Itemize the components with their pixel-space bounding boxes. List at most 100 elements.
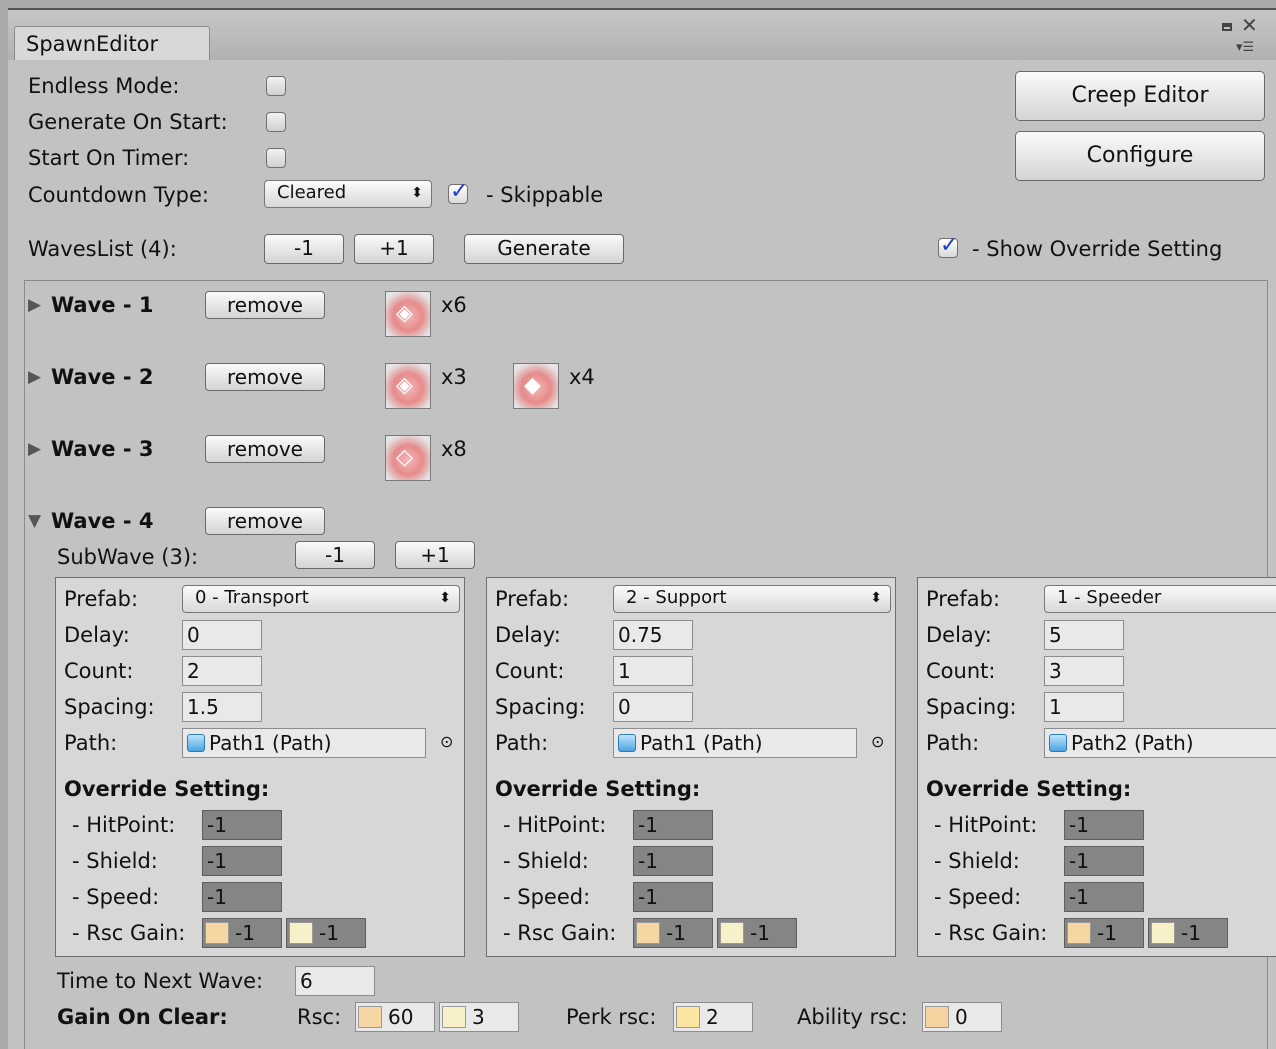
count-field[interactable]: 2 (182, 656, 262, 686)
rsc-gain-value-2: -1 (1181, 921, 1201, 945)
object-picker-icon[interactable]: ⊙ (440, 732, 453, 751)
count-label: Count: (495, 659, 565, 683)
rsc-gain-field-2[interactable]: -1 (286, 918, 366, 948)
configure-button[interactable]: Configure (1015, 131, 1265, 181)
prefab-dropdown[interactable]: 1 - Speeder (1044, 585, 1276, 613)
wave-title[interactable]: Wave - 2 (51, 364, 153, 390)
rsc-gain-field-2[interactable]: -1 (1148, 918, 1228, 948)
prefab-dropdown[interactable]: 0 - Transport ⬍ (182, 585, 460, 613)
subwave-panel: Prefab: 1 - Speeder Delay: 5 Count: 3 Sp… (917, 577, 1276, 957)
generate-button[interactable]: Generate (464, 234, 624, 264)
shield-label: - Shield: (934, 849, 1020, 873)
start-on-timer-checkbox[interactable] (266, 148, 286, 168)
menu-icon[interactable]: ▾☰ (1236, 40, 1254, 55)
creep-editor-button[interactable]: Creep Editor (1015, 71, 1265, 121)
wave-title[interactable]: Wave - 1 (51, 292, 153, 318)
rsc-gain-value-1: -1 (1097, 921, 1117, 945)
energy-icon (720, 922, 744, 944)
show-override-checkbox[interactable]: ✓ (938, 233, 958, 258)
subwave-minus-button[interactable]: -1 (295, 541, 375, 569)
expand-arrow-icon[interactable]: ▶ (28, 295, 41, 315)
shield-field[interactable]: -1 (202, 846, 282, 876)
time-to-next-wave-field[interactable]: 6 (295, 966, 375, 996)
expand-arrow-icon[interactable]: ▶ (28, 367, 41, 387)
remove-wave-button[interactable]: remove (205, 291, 325, 319)
delay-label: Delay: (64, 623, 130, 647)
delay-field[interactable]: 0.75 (613, 620, 693, 650)
hitpoint-field[interactable]: -1 (1064, 810, 1144, 840)
rsc-gain-label: - Rsc Gain: (934, 921, 1048, 945)
override-setting-title: Override Setting: (495, 777, 701, 801)
checkmark-icon: ✓ (450, 179, 469, 204)
collapse-arrow-icon[interactable]: ▼ (28, 511, 41, 531)
skippable-checkbox[interactable]: ✓ (448, 179, 468, 204)
speed-field[interactable]: -1 (633, 882, 713, 912)
count-field[interactable]: 1 (613, 656, 693, 686)
energy-icon (1151, 922, 1175, 944)
ability-rsc-value: 0 (955, 1005, 968, 1029)
waves-list-panel: ▶ Wave - 1 remove ◈ x6 ▶ Wave - 2 remove… (24, 280, 1276, 1049)
speed-field[interactable]: -1 (202, 882, 282, 912)
start-on-timer-label: Start On Timer: (28, 146, 190, 170)
wave-title[interactable]: Wave - 4 (51, 508, 153, 534)
count-label: Count: (64, 659, 134, 683)
countdown-type-dropdown[interactable]: Cleared ⬍ (264, 180, 432, 208)
wave-title[interactable]: Wave - 3 (51, 436, 153, 462)
dropdown-arrow-icon: ⬍ (411, 185, 423, 201)
speed-label: - Speed: (503, 885, 591, 909)
spacing-label: Spacing: (495, 695, 586, 719)
ability-rsc-label: Ability rsc: (797, 1005, 908, 1029)
transport-creep-icon: ◈ (385, 291, 431, 337)
path-asset-icon (618, 734, 636, 752)
spacing-field[interactable]: 1.5 (182, 692, 262, 722)
hitpoint-field[interactable]: -1 (633, 810, 713, 840)
transport-creep-icon: ◈ (385, 363, 431, 409)
tab-spawn-editor[interactable]: SpawnEditor (14, 26, 210, 60)
subwave-label: SubWave (3): (57, 545, 199, 569)
object-picker-icon[interactable]: ⊙ (871, 732, 884, 751)
shield-label: - Shield: (503, 849, 589, 873)
spacing-field[interactable]: 1 (1044, 692, 1124, 722)
energy-icon (289, 922, 313, 944)
remove-wave-button[interactable]: remove (205, 363, 325, 391)
generate-on-start-checkbox[interactable] (266, 112, 286, 132)
ability-rsc-field[interactable]: 0 (922, 1002, 1002, 1032)
countdown-type-label: Countdown Type: (28, 183, 210, 207)
path-field[interactable]: Path1 (Path) (182, 728, 426, 758)
minimize-icon[interactable] (1222, 23, 1232, 31)
speed-field[interactable]: -1 (1064, 882, 1144, 912)
hitpoint-field[interactable]: -1 (202, 810, 282, 840)
path-field[interactable]: Path1 (Path) (613, 728, 857, 758)
rsc-gain-field-1[interactable]: -1 (1064, 918, 1144, 948)
gain-rsc-field-2[interactable]: 3 (439, 1002, 519, 1032)
delay-field[interactable]: 5 (1044, 620, 1124, 650)
path-value: Path1 (Path) (640, 731, 763, 755)
spacing-field[interactable]: 0 (613, 692, 693, 722)
rsc-gain-field-1[interactable]: -1 (633, 918, 713, 948)
count-label: Count: (926, 659, 996, 683)
perk-rsc-value: 2 (706, 1005, 719, 1029)
path-field[interactable]: Path2 (Path) (1044, 728, 1276, 758)
subwave-plus-button[interactable]: +1 (395, 541, 475, 569)
count-field[interactable]: 3 (1044, 656, 1124, 686)
rsc-gain-field-2[interactable]: -1 (717, 918, 797, 948)
waves-plus-button[interactable]: +1 (354, 234, 434, 264)
gain-rsc-field-1[interactable]: 60 (355, 1002, 435, 1032)
perk-rsc-field[interactable]: 2 (673, 1002, 753, 1032)
prefab-value: 0 - Transport (195, 587, 309, 608)
delay-field[interactable]: 0 (182, 620, 262, 650)
endless-mode-checkbox[interactable] (266, 76, 286, 96)
waves-minus-button[interactable]: -1 (264, 234, 344, 264)
speed-label: - Speed: (934, 885, 1022, 909)
remove-wave-button[interactable]: remove (205, 507, 325, 535)
path-value: Path2 (Path) (1071, 731, 1194, 755)
close-icon[interactable]: ✕ (1241, 13, 1258, 37)
shield-field[interactable]: -1 (633, 846, 713, 876)
resource-icon (358, 1006, 382, 1028)
shield-field[interactable]: -1 (1064, 846, 1144, 876)
rsc-gain-field-1[interactable]: -1 (202, 918, 282, 948)
prefab-dropdown[interactable]: 2 - Support ⬍ (613, 585, 891, 613)
expand-arrow-icon[interactable]: ▶ (28, 439, 41, 459)
generate-on-start-label: Generate On Start: (28, 110, 228, 134)
remove-wave-button[interactable]: remove (205, 435, 325, 463)
